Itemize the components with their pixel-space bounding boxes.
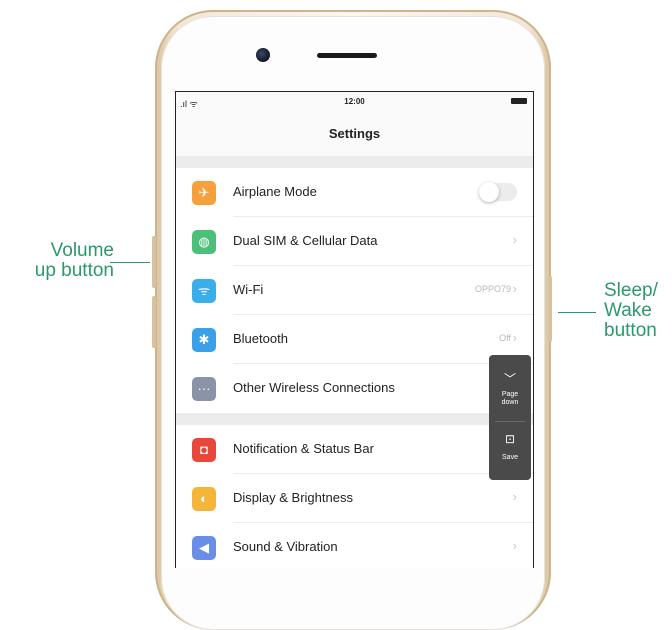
chevron-right-icon: › — [512, 489, 517, 504]
row-label: Bluetooth — [233, 331, 288, 346]
settings-row-dual-sim[interactable]: ◍ Dual SIM & Cellular Data › — [176, 217, 533, 266]
row-value: OPPO79 — [474, 284, 511, 294]
airplane-icon: ✈ — [192, 181, 216, 205]
sound-icon: ◀ — [192, 536, 216, 560]
group-gap — [176, 413, 533, 425]
phone-screen: .ıl ᯤ 12:00 Settings ✈ Airplane Mode ◍ D… — [175, 91, 534, 568]
volume-annotation-line — [110, 262, 150, 263]
globe-icon: ◍ — [192, 230, 216, 254]
earpiece-speaker — [317, 53, 377, 58]
wifi-icon: ᯤ — [192, 279, 216, 303]
row-label: Notification & Status Bar — [233, 441, 374, 456]
row-value: Off — [499, 333, 511, 343]
bluetooth-icon: ✱ — [192, 328, 216, 352]
chevron-right-icon: › — [512, 281, 517, 296]
status-bar: .ıl ᯤ 12:00 — [176, 92, 533, 114]
battery-icon — [511, 98, 527, 104]
brightness-icon: ◐ — [192, 487, 216, 511]
settings-row-sound[interactable]: ◀ Sound & Vibration › — [176, 523, 533, 568]
row-label: Wi-Fi — [233, 282, 264, 297]
title-bar: Settings — [176, 114, 533, 156]
airplane-mode-toggle[interactable] — [479, 182, 517, 202]
chevron-right-icon: › — [512, 232, 517, 247]
settings-row-notification[interactable]: ◘ Notification & Status Bar › — [176, 425, 533, 474]
sleep-annotation-line — [558, 312, 596, 313]
chevron-right-icon: › — [512, 330, 517, 345]
sleep-wake-annotation: Sleep/ Wake button — [604, 280, 658, 341]
settings-row-bluetooth[interactable]: ✱ Bluetooth Off › — [176, 315, 533, 364]
front-camera-icon — [256, 48, 270, 62]
settings-row-other-wireless[interactable]: ··· Other Wireless Connections › — [176, 364, 533, 413]
save-label: Save — [502, 454, 518, 461]
page-down-button[interactable]: ﹀ Page down — [489, 373, 531, 407]
chevron-down-icon: ﹀ — [503, 372, 516, 386]
row-label: Display & Brightness — [233, 490, 353, 505]
save-button[interactable]: ⊡ Save — [489, 433, 531, 462]
volume-down-button[interactable] — [152, 296, 156, 348]
row-label: Airplane Mode — [233, 184, 317, 199]
row-label: Sound & Vibration — [233, 539, 338, 554]
sleep-wake-button[interactable] — [548, 276, 552, 342]
chevron-right-icon: › — [512, 538, 517, 553]
volume-up-button[interactable] — [152, 236, 156, 288]
group-gap — [176, 156, 533, 168]
page-down-label: Page — [501, 391, 519, 398]
floating-screenshot-panel: ﹀ Page down ⊡ Save — [489, 355, 531, 480]
notification-icon: ◘ — [192, 438, 216, 462]
settings-row-airplane-mode[interactable]: ✈ Airplane Mode — [176, 168, 533, 217]
volume-up-annotation: Volume up button — [34, 240, 114, 281]
settings-row-display[interactable]: ◐ Display & Brightness › — [176, 474, 533, 523]
settings-row-wifi[interactable]: ᯤ Wi-Fi OPPO79 › — [176, 266, 533, 315]
row-label: Dual SIM & Cellular Data — [233, 233, 378, 248]
save-icon: ⊡ — [504, 432, 516, 446]
page-title: Settings — [328, 126, 381, 141]
page-down-label: down — [501, 399, 519, 406]
status-time: 12:00 — [344, 97, 365, 106]
row-label: Other Wireless Connections — [233, 380, 395, 395]
more-icon: ··· — [192, 377, 216, 401]
